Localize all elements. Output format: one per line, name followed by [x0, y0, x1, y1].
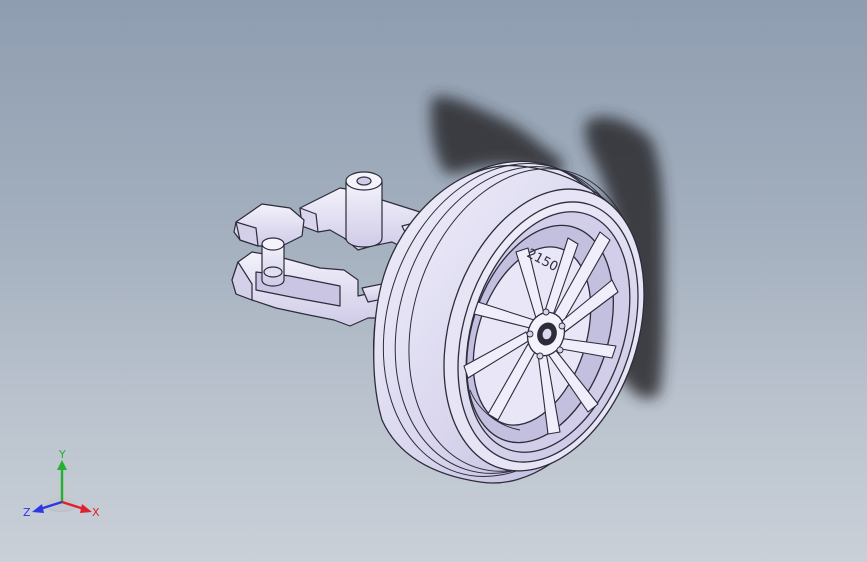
- z-axis-label: Z: [23, 506, 31, 519]
- model-view[interactable]: 2150: [0, 0, 867, 562]
- graphics-viewport[interactable]: 2150 Y X Z: [0, 0, 867, 562]
- view-orientation-triad[interactable]: Y X Z: [22, 446, 106, 526]
- y-axis-label: Y: [58, 448, 66, 461]
- upper-pivot-post: [345, 181, 383, 248]
- x-axis-label: X: [92, 506, 100, 519]
